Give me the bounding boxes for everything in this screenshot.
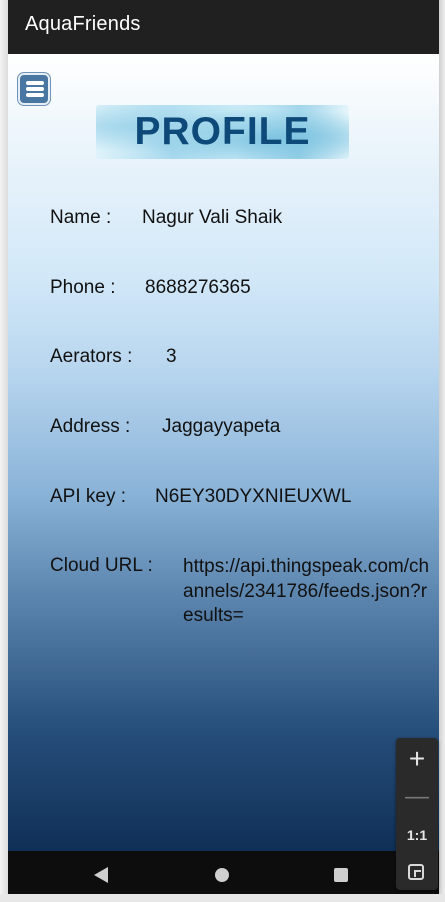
device-bezel-left: [0, 0, 8, 902]
field-value-cloud-url: https://api.thingspeak.com/channels/2341…: [183, 556, 430, 626]
field-label: Name :: [50, 207, 112, 228]
home-circle-icon[interactable]: [215, 868, 229, 882]
page-title: PROFILE: [134, 110, 311, 153]
minus-icon[interactable]: —: [396, 778, 438, 816]
device-bezel-bottom: [0, 894, 445, 902]
system-navigation-bar: [8, 851, 439, 899]
app-bar: AquaFriends: [8, 0, 439, 54]
field-label: Cloud URL :: [50, 555, 153, 576]
device-bezel-right: [439, 0, 445, 902]
field-label: Phone :: [50, 277, 116, 298]
app-title: AquaFriends: [25, 13, 141, 35]
recent-apps-square-icon[interactable]: [334, 868, 348, 882]
profile-banner: PROFILE: [96, 105, 349, 159]
field-value-api-key: N6EY30DYXNIEUXWL: [155, 486, 352, 507]
profile-screen: PROFILE Name : Nagur Vali Shaik Phone : …: [8, 54, 439, 851]
field-value-address: Jaggayyapeta: [162, 416, 281, 437]
menu-button[interactable]: [18, 73, 50, 105]
field-label: Address :: [50, 416, 131, 437]
hamburger-menu-icon: [26, 81, 44, 85]
zoom-actual-size-button[interactable]: 1:1: [396, 816, 438, 854]
field-label: Aerators :: [50, 346, 133, 367]
field-value-name: Nagur Vali Shaik: [142, 207, 283, 228]
field-value-phone: 8688276365: [145, 277, 251, 298]
emulator-zoom-controls: + — 1:1: [396, 738, 438, 890]
plus-icon[interactable]: +: [396, 740, 438, 778]
fit-screen-icon[interactable]: [396, 854, 438, 892]
field-label: API key :: [50, 486, 127, 507]
back-triangle-icon[interactable]: [94, 867, 108, 883]
field-value-aerators: 3: [166, 346, 177, 367]
device-frame: AquaFriends PROFILE Name : Nagur Vali Sh…: [0, 0, 445, 902]
